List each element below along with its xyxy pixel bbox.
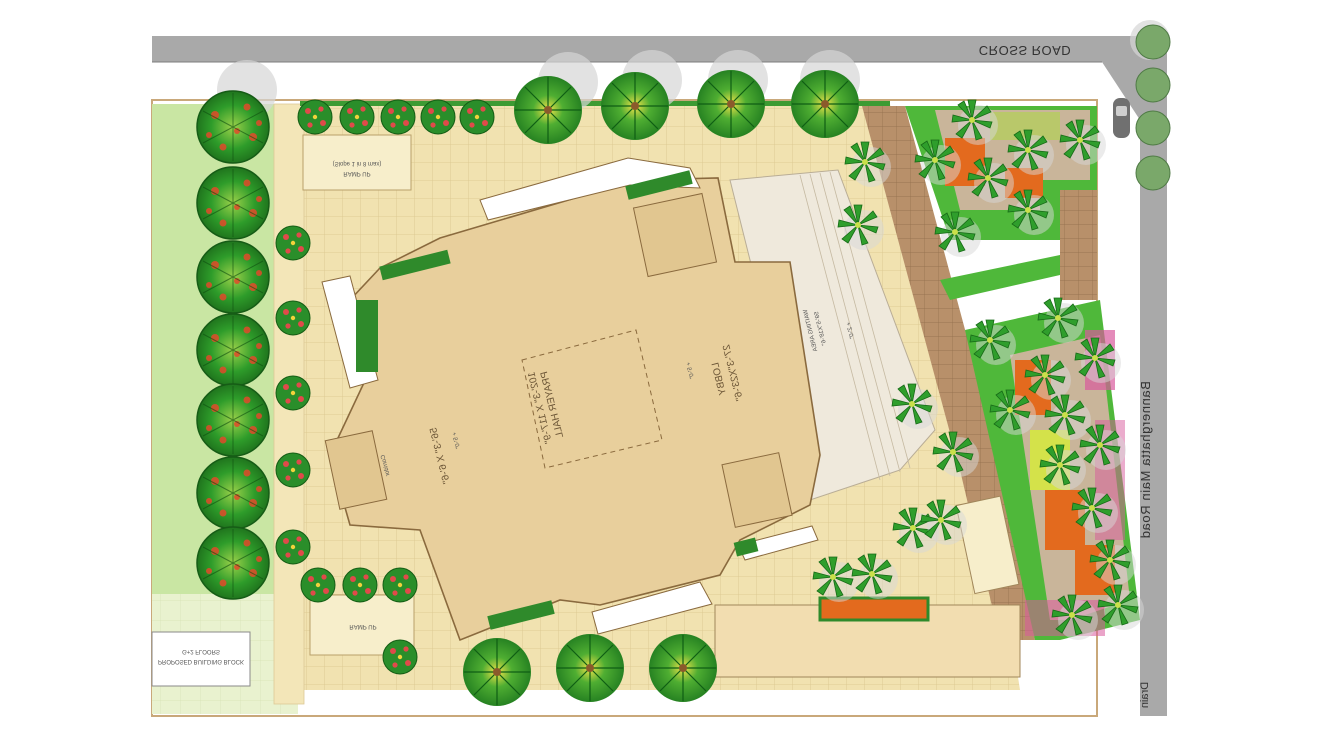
shrub: [342, 567, 378, 603]
shrub: [420, 99, 456, 135]
shrub: [275, 225, 311, 261]
palm-tree: [462, 637, 532, 707]
palm-tree: [555, 633, 625, 703]
palm-tree: [696, 69, 766, 139]
tree: [196, 456, 270, 530]
brown-paving-east: [1060, 190, 1097, 300]
stair-block-north: [632, 192, 718, 278]
shrub: [300, 567, 336, 603]
stair-block-south: [721, 452, 793, 528]
main-road-label: Bannerghatta Main Road: [1138, 381, 1153, 539]
tree: [196, 90, 270, 164]
shrub: [339, 99, 375, 135]
shrub: [297, 99, 333, 135]
palm-tree: [790, 69, 860, 139]
shrub: [275, 300, 311, 336]
ramp-up-bottom-label: RAMP UP: [349, 623, 376, 629]
tree: [196, 383, 270, 457]
tree: [196, 313, 270, 387]
shrub: [275, 452, 311, 488]
ramp-up-top-label: RAMP UP: [343, 170, 370, 176]
proposed-building-note: G+2 FLOORS: [182, 648, 220, 654]
south-palm-row: [462, 633, 718, 707]
shrub: [275, 375, 311, 411]
cross-road-label: CROSS ROAD: [979, 43, 1071, 58]
palm-tree: [513, 75, 583, 145]
tree: [196, 526, 270, 600]
hedge-3: [356, 300, 378, 372]
car-icon: [1113, 98, 1130, 138]
tree: [196, 166, 270, 240]
ramp-up-top-note: (Slope 1 in 8 max): [333, 160, 382, 166]
palm-tree: [648, 633, 718, 703]
tree: [196, 240, 270, 314]
shrub: [382, 567, 418, 603]
cross-road: [152, 36, 1102, 62]
proposed-building-label: PROPOSED BUILDING BLOCK: [158, 658, 244, 664]
landscape-site-plan: CROSS ROAD Bannerghatta Main Road Drain …: [0, 0, 1337, 750]
palm-tree: [600, 71, 670, 141]
shrub: [382, 639, 418, 675]
shrub: [380, 99, 416, 135]
north-shrub-row: [297, 99, 495, 135]
shrub: [459, 99, 495, 135]
shrub: [275, 529, 311, 565]
drain-label: Drain: [1139, 682, 1151, 708]
